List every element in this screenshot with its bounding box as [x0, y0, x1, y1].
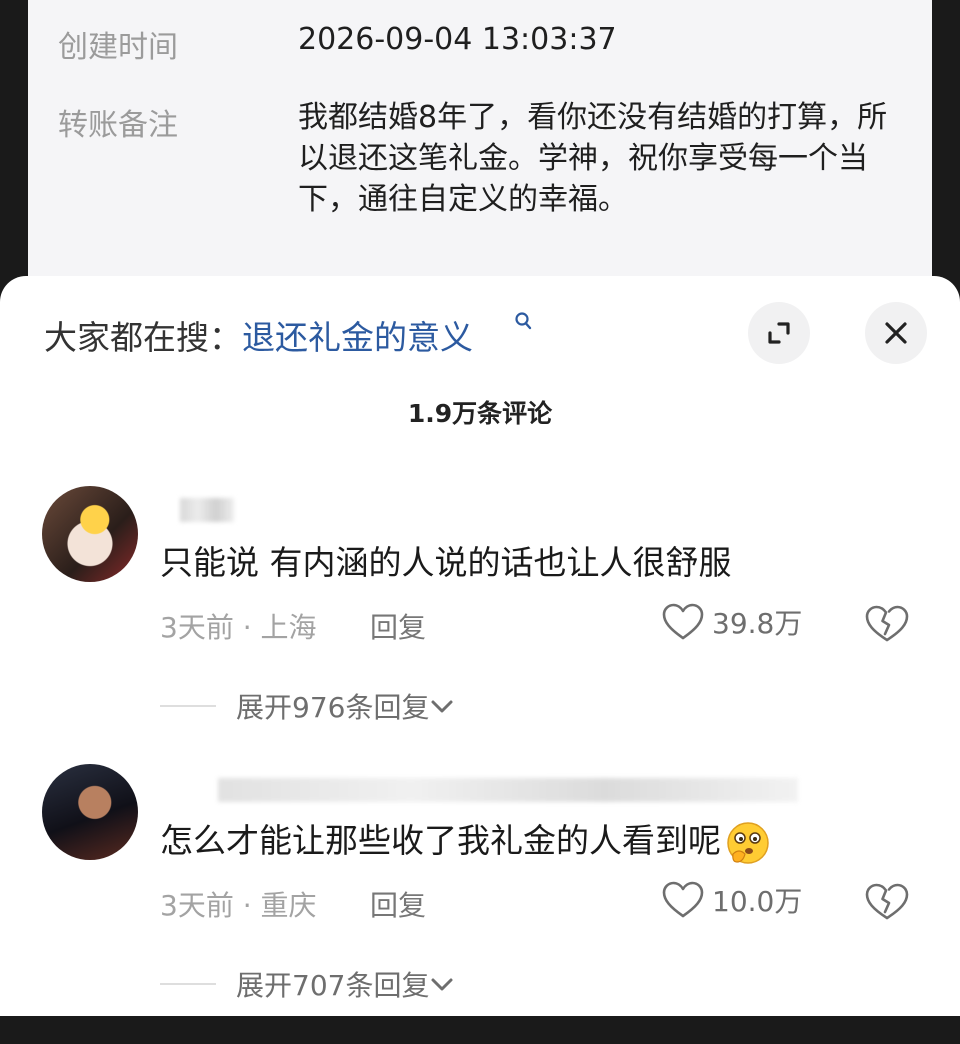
- avatar[interactable]: [42, 764, 138, 860]
- created-time-row: 创建时间 2026-09-04 13:03:37: [58, 22, 617, 66]
- comment-meta: 3天前 · 重庆: [160, 889, 317, 922]
- broken-heart-icon: [865, 883, 909, 920]
- transfer-note-value: 我都结婚8年了，看你还没有结婚的打算，所以退还这笔礼金。学神，祝你享受每一个当下…: [298, 100, 888, 217]
- divider: [160, 983, 216, 985]
- dislike-button[interactable]: [864, 882, 910, 926]
- username-blurred[interactable]: [218, 778, 798, 802]
- reply-button[interactable]: 回复: [370, 606, 426, 646]
- chevron-down-icon: [431, 978, 453, 991]
- close-button[interactable]: [865, 302, 927, 364]
- expand-replies[interactable]: 展开707条回复: [160, 964, 455, 1004]
- comment-item: 怎么才能让那些收了我礼金的人看到呢 3天前 · 重庆 回复 10.0万 展开70…: [0, 764, 960, 1044]
- created-time-label: 创建时间: [58, 30, 178, 65]
- dislike-button[interactable]: [864, 604, 910, 648]
- like-button[interactable]: 39.8万: [662, 602, 802, 642]
- comment-meta: 3天前 · 上海: [160, 611, 317, 644]
- like-button[interactable]: 10.0万: [662, 880, 802, 920]
- heart-icon: [662, 603, 704, 640]
- username-blurred[interactable]: [180, 498, 234, 522]
- heart-icon: [662, 881, 704, 918]
- created-time-value: 2026-09-04 13:03:37: [298, 22, 617, 57]
- expand-replies-label: 展开976条回复: [236, 691, 430, 724]
- avatar[interactable]: [42, 486, 138, 582]
- expand-replies[interactable]: 展开976条回复: [160, 686, 455, 726]
- trending-search-prefix: 大家都在搜：: [44, 318, 242, 357]
- expand-icon: [768, 322, 790, 344]
- comment-count: 1.9万条评论: [407, 399, 553, 428]
- transfer-note-row: 转账备注 我都结婚8年了，看你还没有结婚的打算，所以退还这笔礼金。学神，祝你享受…: [58, 100, 887, 217]
- comment-item: 只能说 有内涵的人说的话也让人很舒服 3天前 · 上海 回复 39.8万 展开9…: [0, 486, 960, 766]
- transfer-detail-card: 创建时间 2026-09-04 13:03:37 转账备注 我都结婚8年了，看你…: [28, 0, 932, 300]
- trending-search-link[interactable]: 退还礼金的意义: [242, 318, 473, 357]
- divider: [160, 705, 216, 707]
- reply-button[interactable]: 回复: [370, 884, 426, 924]
- comment-text: 怎么才能让那些收了我礼金的人看到呢: [160, 814, 771, 866]
- like-count: 10.0万: [712, 885, 803, 918]
- comment-text: 只能说 有内涵的人说的话也让人很舒服: [160, 543, 732, 582]
- broken-heart-icon: [865, 605, 909, 642]
- trending-search[interactable]: 大家都在搜：退还礼金的意义: [44, 311, 532, 359]
- thinking-emoji-icon: [727, 821, 769, 864]
- expand-replies-label: 展开707条回复: [236, 969, 430, 1002]
- search-icon: [515, 312, 532, 330]
- transfer-note-label: 转账备注: [58, 108, 178, 143]
- chevron-down-icon: [431, 700, 453, 713]
- close-icon: [885, 322, 907, 344]
- comment-text-body: 怎么才能让那些收了我礼金的人看到呢: [160, 821, 721, 860]
- expand-button[interactable]: [748, 302, 810, 364]
- comments-sheet: 大家都在搜：退还礼金的意义 1.9万条评论 只能说 有内涵的人说的话也让人很舒服…: [0, 276, 960, 1016]
- like-count: 39.8万: [712, 607, 803, 640]
